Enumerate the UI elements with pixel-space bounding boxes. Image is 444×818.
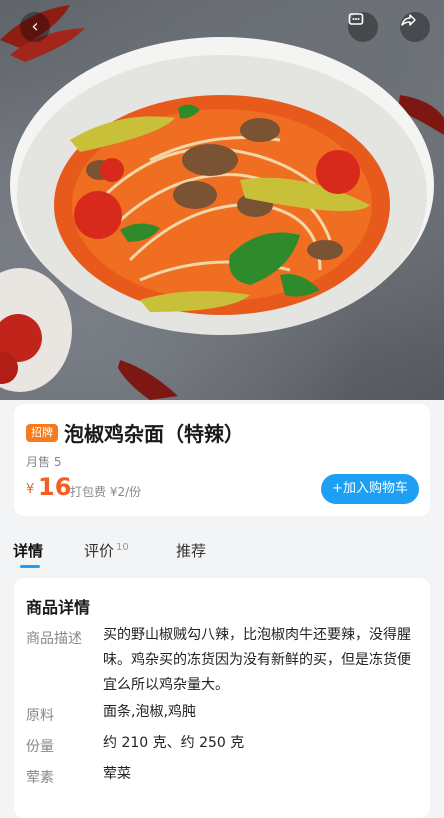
signature-badge: 招牌 bbox=[26, 424, 58, 442]
description-label: 商品描述 bbox=[26, 631, 82, 647]
chevron-left-icon: ‹ bbox=[31, 16, 39, 37]
chat-bubble-icon bbox=[348, 13, 364, 25]
details-title: 商品详情 bbox=[26, 598, 91, 617]
product-card: 招牌 泡椒鸡杂面（特辣） 月售 5 ¥ 16 打包费 ¥2/份 +加入购物车 bbox=[14, 404, 430, 516]
portion-value: 约 210 克、约 250 克 bbox=[103, 735, 245, 751]
tab-recommend[interactable]: 推荐 bbox=[176, 540, 206, 561]
packaging-fee: 打包费 ¥2/份 bbox=[70, 485, 142, 499]
back-button[interactable]: ‹ bbox=[20, 12, 50, 42]
tab-reviews[interactable]: 评价 10 bbox=[84, 540, 129, 561]
monthly-sales: 月售 5 bbox=[26, 455, 62, 469]
description-value: 买的野山椒贼勾八辣，比泡椒肉牛还要辣，没得腥味。鸡杂买的冻货因为没有新鲜的买，但… bbox=[103, 627, 411, 693]
price-currency: ¥ bbox=[26, 482, 35, 497]
active-tab-indicator bbox=[20, 565, 40, 568]
chat-button[interactable] bbox=[348, 12, 378, 42]
detail-tabs: 详情 评价 10 推荐 bbox=[0, 525, 444, 570]
ingredients-label: 原料 bbox=[26, 708, 54, 724]
product-details-card: 商品详情 商品描述 买的野山椒贼勾八辣，比泡椒肉牛还要辣，没得腥味。鸡杂买的冻货… bbox=[14, 578, 430, 818]
noodle-bowl-illustration bbox=[0, 5, 444, 400]
product-photo: ‹ bbox=[0, 0, 444, 400]
product-name: 泡椒鸡杂面（特辣） bbox=[64, 422, 244, 446]
tab-reviews-label: 评价 bbox=[84, 542, 115, 560]
meat-veg-value: 荤菜 bbox=[103, 766, 131, 782]
review-count: 10 bbox=[116, 542, 129, 553]
price-value: 16 bbox=[38, 473, 72, 501]
share-icon bbox=[401, 14, 416, 26]
tab-details[interactable]: 详情 bbox=[13, 540, 43, 561]
ingredients-value: 面条,泡椒,鸡肫 bbox=[103, 704, 196, 720]
add-to-cart-button[interactable]: +加入购物车 bbox=[321, 474, 419, 504]
meat-veg-label: 荤素 bbox=[26, 770, 54, 786]
portion-label: 份量 bbox=[26, 739, 54, 755]
share-button[interactable] bbox=[400, 12, 430, 42]
